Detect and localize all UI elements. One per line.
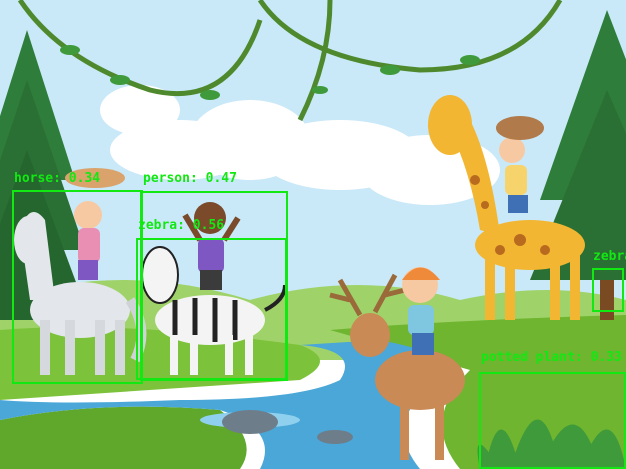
detection-box-potted-plant bbox=[479, 372, 626, 469]
rock bbox=[317, 430, 353, 444]
detection-box-zebra-right bbox=[592, 268, 624, 312]
detection-label-person: person: 0.47 bbox=[143, 171, 237, 186]
detection-label-zebra: zebra: 0.56 bbox=[138, 218, 225, 233]
rock bbox=[222, 410, 278, 434]
detection-label-horse: horse: 0.34 bbox=[14, 171, 101, 186]
detection-label-zebra-right: zebra bbox=[593, 249, 626, 264]
detection-label-potted-plant: potted plant: 0.33 bbox=[481, 350, 622, 365]
detection-box-zebra bbox=[136, 238, 287, 380]
detection-box-horse bbox=[12, 190, 143, 384]
cartoon-scene: horse: 0.34 person: 0.47 zebra: 0.56 zeb… bbox=[0, 0, 626, 469]
